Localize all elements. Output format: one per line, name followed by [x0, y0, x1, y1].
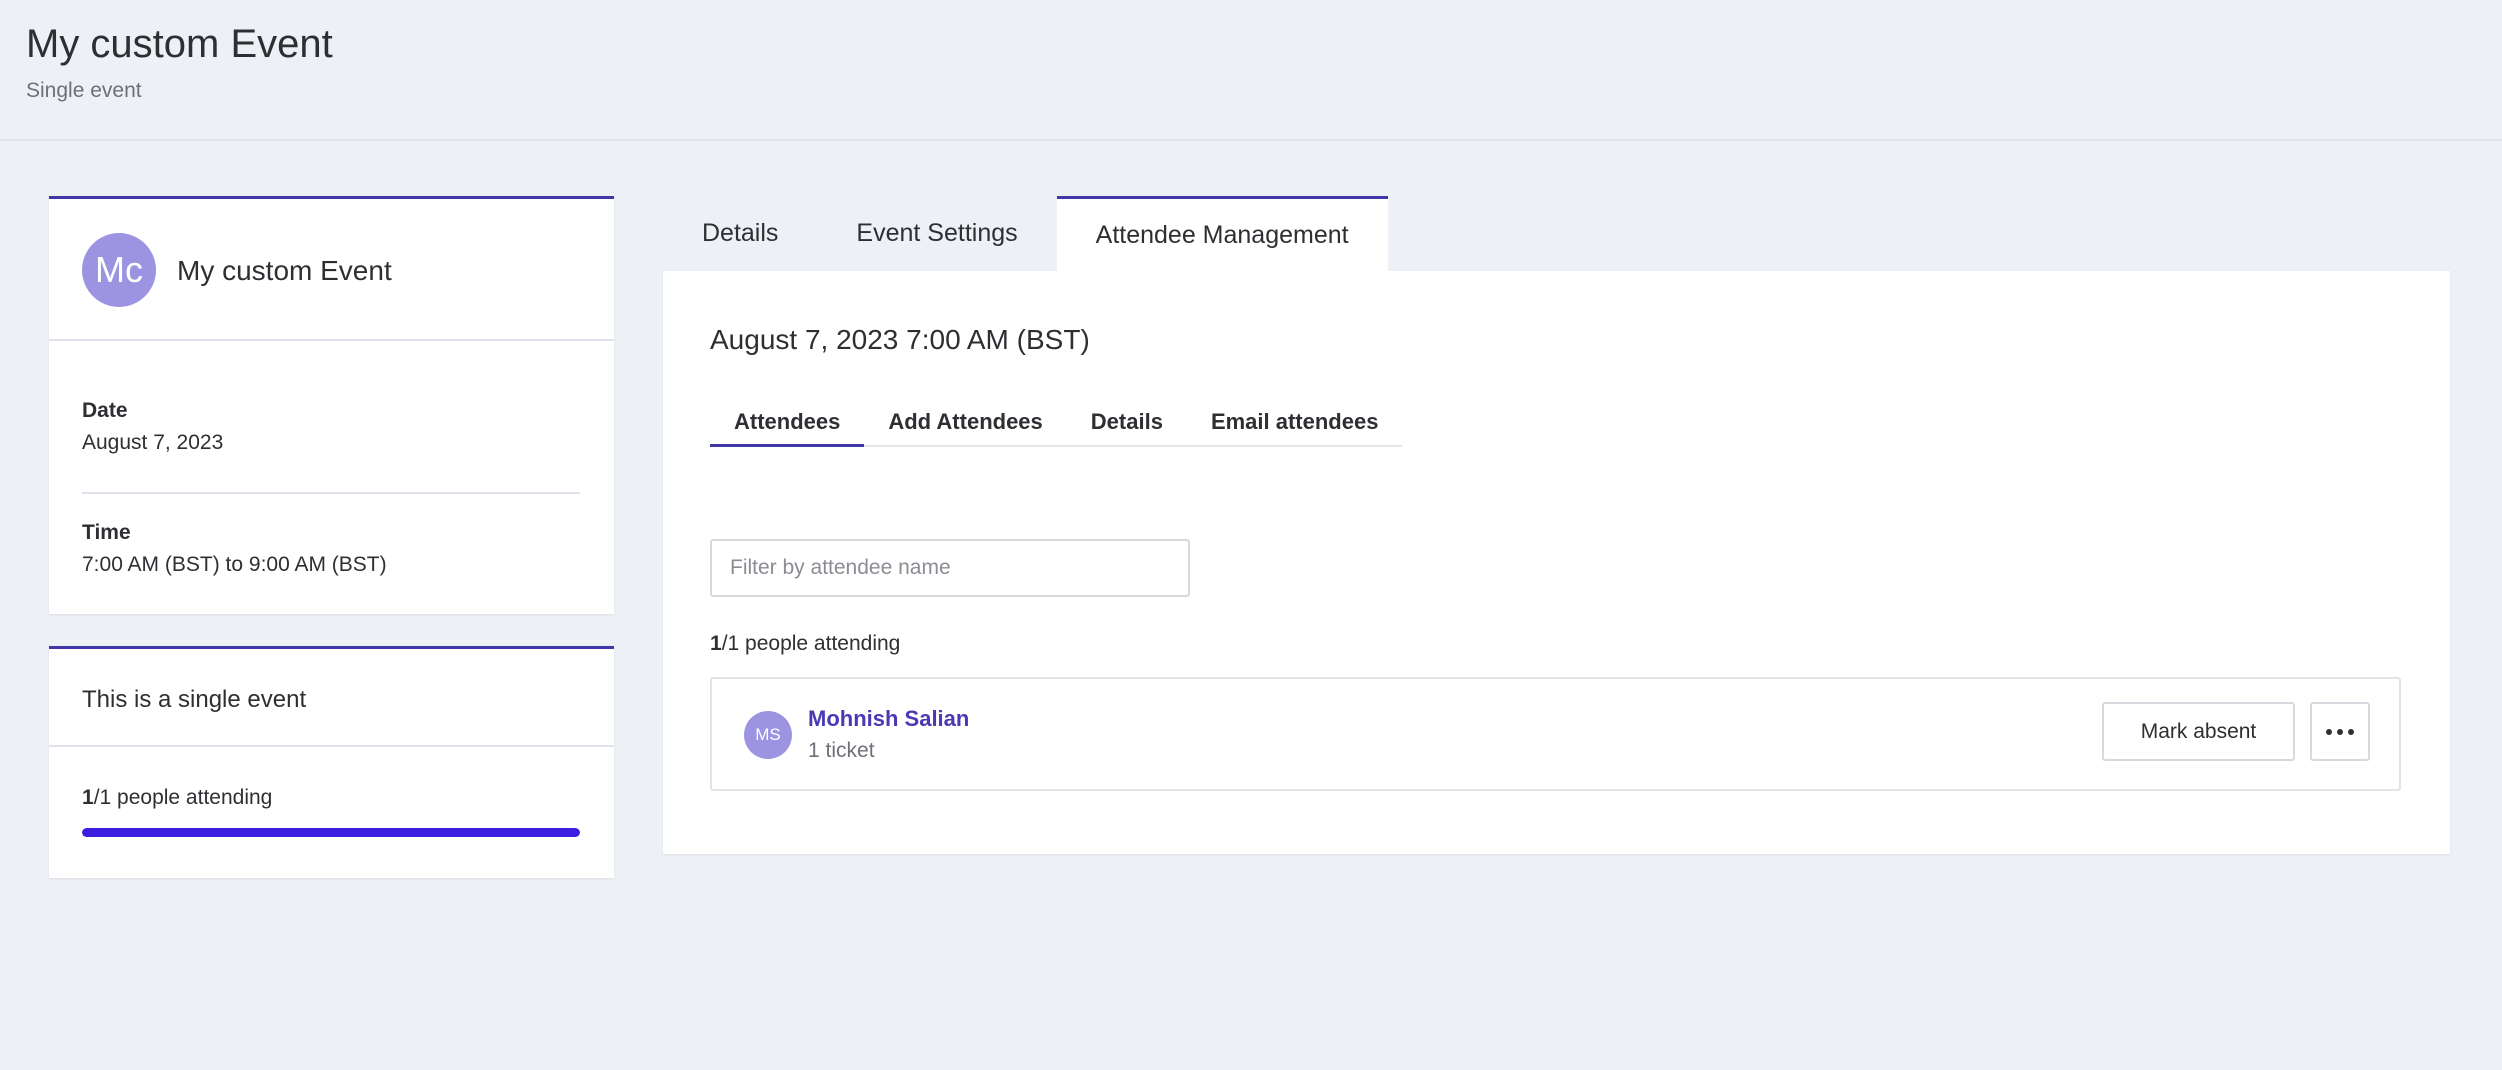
subtab-email-attendees[interactable]: Email attendees	[1187, 405, 1403, 447]
event-card-title: My custom Event	[177, 255, 392, 286]
tab-attendee-management[interactable]: Attendee Management	[1056, 196, 1388, 271]
panel-attending-count: 1/1 people attending	[710, 632, 900, 656]
more-horizontal-icon	[2326, 728, 2354, 735]
meta-divider	[82, 492, 580, 494]
summary-card-header: This is a single event	[49, 649, 614, 747]
attendee-management-panel: August 7, 2023 7:00 AM (BST) Attendees A…	[663, 271, 2450, 854]
event-summary-card: This is a single event 1/1 people attend…	[49, 646, 614, 878]
event-info-card: Mc My custom Event Date August 7, 2023 T…	[49, 196, 614, 614]
page-header: My custom Event Single event	[0, 0, 2502, 141]
more-options-button[interactable]	[2310, 702, 2370, 761]
subtab-add-attendees[interactable]: Add Attendees	[864, 405, 1066, 447]
summary-attending-number: 1	[82, 786, 94, 809]
mark-absent-button[interactable]: Mark absent	[2102, 702, 2295, 761]
event-card-header: Mc My custom Event	[49, 199, 614, 341]
main-tabs: Details Event Settings Attendee Manageme…	[663, 196, 1388, 271]
date-value: August 7, 2023	[82, 431, 224, 454]
subtab-attendees[interactable]: Attendees	[710, 405, 865, 447]
attendance-progress-bar	[82, 828, 580, 837]
attendee-ticket-count: 1 ticket	[808, 739, 875, 762]
date-label: Date	[82, 399, 128, 422]
subtab-details[interactable]: Details	[1067, 405, 1187, 447]
occurrence-title: August 7, 2023 7:00 AM (BST)	[710, 324, 1090, 355]
attendee-name-link[interactable]: Mohnish Salian	[808, 706, 969, 732]
tab-details[interactable]: Details	[663, 196, 817, 271]
attendee-sub-tabs: Attendees Add Attendees Details Email at…	[710, 405, 1403, 447]
attendee-filter-input[interactable]	[710, 539, 1190, 597]
event-avatar: Mc	[82, 233, 156, 307]
tab-event-settings[interactable]: Event Settings	[817, 196, 1056, 271]
page-title: My custom Event	[26, 22, 333, 66]
attendance-progress-fill	[82, 828, 580, 837]
time-value: 7:00 AM (BST) to 9:00 AM (BST)	[82, 553, 387, 576]
panel-attending-text: /1 people attending	[721, 632, 901, 655]
summary-attending-count: 1/1 people attending	[82, 786, 272, 810]
attendee-avatar: MS	[744, 711, 792, 759]
time-label: Time	[82, 521, 131, 544]
attendee-row: MS Mohnish Salian 1 ticket Mark absent	[710, 677, 2401, 791]
page-subtitle: Single event	[26, 79, 142, 102]
panel-attending-number: 1	[710, 632, 722, 655]
summary-attending-text: /1 people attending	[93, 786, 273, 809]
summary-title: This is a single event	[82, 686, 307, 713]
